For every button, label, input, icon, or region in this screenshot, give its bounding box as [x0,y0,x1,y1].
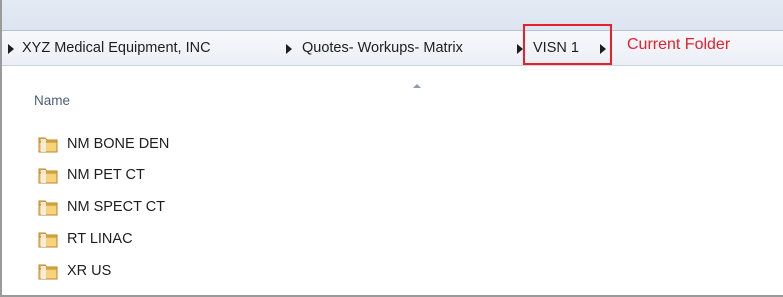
list-item[interactable]: XR US [38,260,111,282]
current-folder-annotation: Current Folder [627,36,731,53]
sort-ascending-icon [413,84,421,88]
column-header-name[interactable]: Name [34,93,70,108]
current-folder-highlight [523,24,612,65]
list-item[interactable]: NM SPECT CT [38,196,165,218]
list-item-name: XR US [67,263,112,279]
list-item[interactable]: NM PET CT [38,164,145,186]
list-item-name: NM BONE DEN [67,136,170,152]
list-item[interactable]: RT LINAC [38,228,133,250]
list-item-name: RT LINAC [67,231,133,247]
breadcrumb-chevron-icon[interactable] [8,44,14,54]
breadcrumb-chevron-icon[interactable] [286,44,292,54]
breadcrumb-item-xyz-medical[interactable]: XYZ Medical Equipment, INC [22,37,211,59]
folder-icon [38,264,58,280]
folder-icon [38,137,58,153]
folder-icon [38,200,58,216]
breadcrumb-item-quotes[interactable]: Quotes- Workups- Matrix [302,37,463,59]
list-item-name: NM SPECT CT [67,199,166,215]
list-item[interactable]: NM BONE DEN [38,133,169,155]
folder-icon [38,168,58,184]
title-strip [2,0,783,30]
list-item-name: NM PET CT [67,167,145,183]
folder-icon [38,232,58,248]
